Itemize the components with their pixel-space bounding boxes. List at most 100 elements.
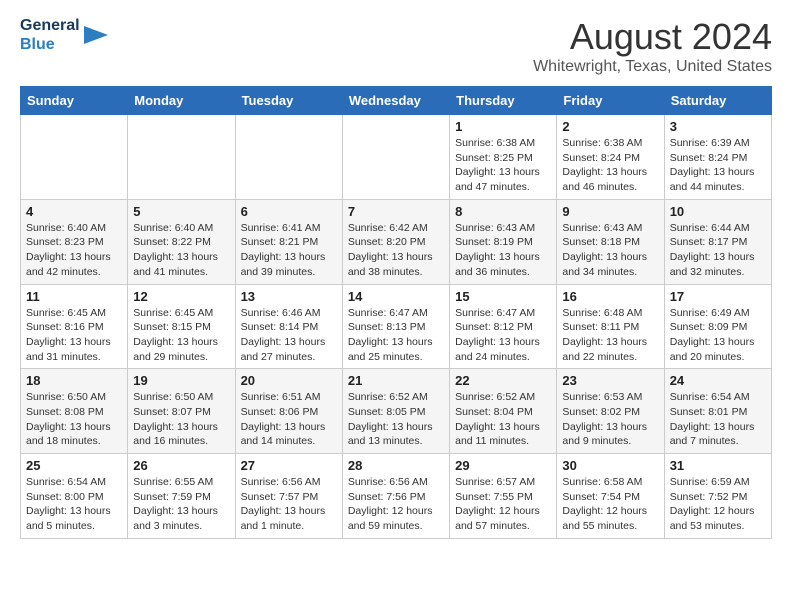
calendar-week-row: 11 Sunrise: 6:45 AM Sunset: 8:16 PM Dayl… [21, 284, 772, 369]
cell-day-number: 11 [26, 289, 122, 304]
cell-sunset: Sunset: 8:20 PM [348, 235, 444, 250]
cell-sunset: Sunset: 8:11 PM [562, 320, 658, 335]
cell-sunrise: Sunrise: 6:51 AM [241, 390, 337, 405]
calendar-cell: 2 Sunrise: 6:38 AM Sunset: 8:24 PM Dayli… [557, 115, 664, 200]
calendar-cell: 6 Sunrise: 6:41 AM Sunset: 8:21 PM Dayli… [235, 199, 342, 284]
cell-daylight: Daylight: 13 hours and 38 minutes. [348, 250, 444, 279]
cell-daylight: Daylight: 13 hours and 1 minute. [241, 504, 337, 533]
cell-daylight: Daylight: 13 hours and 42 minutes. [26, 250, 122, 279]
calendar-cell: 25 Sunrise: 6:54 AM Sunset: 8:00 PM Dayl… [21, 454, 128, 539]
cell-sunset: Sunset: 7:55 PM [455, 490, 551, 505]
cell-sunset: Sunset: 8:05 PM [348, 405, 444, 420]
cell-day-number: 6 [241, 204, 337, 219]
calendar-cell: 14 Sunrise: 6:47 AM Sunset: 8:13 PM Dayl… [342, 284, 449, 369]
cell-day-number: 30 [562, 458, 658, 473]
cell-day-number: 12 [133, 289, 229, 304]
cell-sunrise: Sunrise: 6:57 AM [455, 475, 551, 490]
cell-daylight: Daylight: 13 hours and 14 minutes. [241, 420, 337, 449]
cell-sunset: Sunset: 8:17 PM [670, 235, 766, 250]
weekday-header-monday: Monday [128, 87, 235, 115]
cell-sunset: Sunset: 8:14 PM [241, 320, 337, 335]
cell-day-number: 29 [455, 458, 551, 473]
cell-day-number: 8 [455, 204, 551, 219]
logo-text: General Blue [20, 16, 80, 54]
cell-daylight: Daylight: 13 hours and 39 minutes. [241, 250, 337, 279]
cell-day-number: 25 [26, 458, 122, 473]
calendar-cell [342, 115, 449, 200]
calendar-cell: 8 Sunrise: 6:43 AM Sunset: 8:19 PM Dayli… [450, 199, 557, 284]
cell-sunrise: Sunrise: 6:54 AM [26, 475, 122, 490]
location-title: Whitewright, Texas, United States [533, 58, 772, 76]
cell-sunset: Sunset: 8:15 PM [133, 320, 229, 335]
cell-sunset: Sunset: 8:09 PM [670, 320, 766, 335]
cell-day-number: 19 [133, 373, 229, 388]
cell-sunrise: Sunrise: 6:52 AM [455, 390, 551, 405]
cell-day-number: 3 [670, 119, 766, 134]
page-header: General Blue August 2024 Whitewright, Te… [20, 16, 772, 76]
cell-daylight: Daylight: 12 hours and 53 minutes. [670, 504, 766, 533]
calendar-cell: 19 Sunrise: 6:50 AM Sunset: 8:07 PM Dayl… [128, 369, 235, 454]
calendar-cell: 23 Sunrise: 6:53 AM Sunset: 8:02 PM Dayl… [557, 369, 664, 454]
cell-daylight: Daylight: 13 hours and 34 minutes. [562, 250, 658, 279]
cell-sunrise: Sunrise: 6:44 AM [670, 221, 766, 236]
cell-sunset: Sunset: 8:01 PM [670, 405, 766, 420]
calendar-cell: 16 Sunrise: 6:48 AM Sunset: 8:11 PM Dayl… [557, 284, 664, 369]
weekday-header-saturday: Saturday [664, 87, 771, 115]
cell-day-number: 14 [348, 289, 444, 304]
cell-sunset: Sunset: 8:18 PM [562, 235, 658, 250]
cell-sunset: Sunset: 7:59 PM [133, 490, 229, 505]
cell-daylight: Daylight: 13 hours and 25 minutes. [348, 335, 444, 364]
logo-arrow-icon [84, 23, 108, 47]
cell-sunset: Sunset: 8:19 PM [455, 235, 551, 250]
cell-sunset: Sunset: 8:04 PM [455, 405, 551, 420]
cell-day-number: 2 [562, 119, 658, 134]
cell-sunset: Sunset: 8:06 PM [241, 405, 337, 420]
cell-daylight: Daylight: 13 hours and 36 minutes. [455, 250, 551, 279]
cell-sunrise: Sunrise: 6:56 AM [348, 475, 444, 490]
calendar-cell [128, 115, 235, 200]
calendar-cell [235, 115, 342, 200]
cell-sunset: Sunset: 8:02 PM [562, 405, 658, 420]
calendar-week-row: 18 Sunrise: 6:50 AM Sunset: 8:08 PM Dayl… [21, 369, 772, 454]
cell-daylight: Daylight: 13 hours and 24 minutes. [455, 335, 551, 364]
cell-day-number: 20 [241, 373, 337, 388]
cell-day-number: 16 [562, 289, 658, 304]
weekday-header-sunday: Sunday [21, 87, 128, 115]
calendar-cell: 9 Sunrise: 6:43 AM Sunset: 8:18 PM Dayli… [557, 199, 664, 284]
cell-daylight: Daylight: 13 hours and 16 minutes. [133, 420, 229, 449]
calendar-cell: 17 Sunrise: 6:49 AM Sunset: 8:09 PM Dayl… [664, 284, 771, 369]
month-title: August 2024 [533, 16, 772, 58]
cell-sunset: Sunset: 8:08 PM [26, 405, 122, 420]
weekday-header-friday: Friday [557, 87, 664, 115]
cell-daylight: Daylight: 13 hours and 46 minutes. [562, 165, 658, 194]
cell-sunrise: Sunrise: 6:58 AM [562, 475, 658, 490]
calendar-cell: 18 Sunrise: 6:50 AM Sunset: 8:08 PM Dayl… [21, 369, 128, 454]
cell-sunrise: Sunrise: 6:40 AM [133, 221, 229, 236]
cell-sunset: Sunset: 8:24 PM [562, 151, 658, 166]
cell-day-number: 5 [133, 204, 229, 219]
calendar-cell: 10 Sunrise: 6:44 AM Sunset: 8:17 PM Dayl… [664, 199, 771, 284]
cell-daylight: Daylight: 13 hours and 22 minutes. [562, 335, 658, 364]
weekday-header-thursday: Thursday [450, 87, 557, 115]
cell-day-number: 22 [455, 373, 551, 388]
calendar-cell: 1 Sunrise: 6:38 AM Sunset: 8:25 PM Dayli… [450, 115, 557, 200]
calendar-cell: 22 Sunrise: 6:52 AM Sunset: 8:04 PM Dayl… [450, 369, 557, 454]
cell-sunrise: Sunrise: 6:50 AM [133, 390, 229, 405]
cell-daylight: Daylight: 12 hours and 59 minutes. [348, 504, 444, 533]
cell-sunrise: Sunrise: 6:56 AM [241, 475, 337, 490]
weekday-header-tuesday: Tuesday [235, 87, 342, 115]
cell-sunrise: Sunrise: 6:38 AM [562, 136, 658, 151]
calendar-cell: 20 Sunrise: 6:51 AM Sunset: 8:06 PM Dayl… [235, 369, 342, 454]
cell-sunrise: Sunrise: 6:39 AM [670, 136, 766, 151]
cell-day-number: 9 [562, 204, 658, 219]
cell-day-number: 23 [562, 373, 658, 388]
cell-day-number: 24 [670, 373, 766, 388]
cell-sunrise: Sunrise: 6:49 AM [670, 306, 766, 321]
cell-day-number: 17 [670, 289, 766, 304]
cell-sunrise: Sunrise: 6:42 AM [348, 221, 444, 236]
cell-daylight: Daylight: 13 hours and 9 minutes. [562, 420, 658, 449]
cell-day-number: 18 [26, 373, 122, 388]
calendar-cell: 7 Sunrise: 6:42 AM Sunset: 8:20 PM Dayli… [342, 199, 449, 284]
cell-day-number: 27 [241, 458, 337, 473]
cell-daylight: Daylight: 13 hours and 20 minutes. [670, 335, 766, 364]
